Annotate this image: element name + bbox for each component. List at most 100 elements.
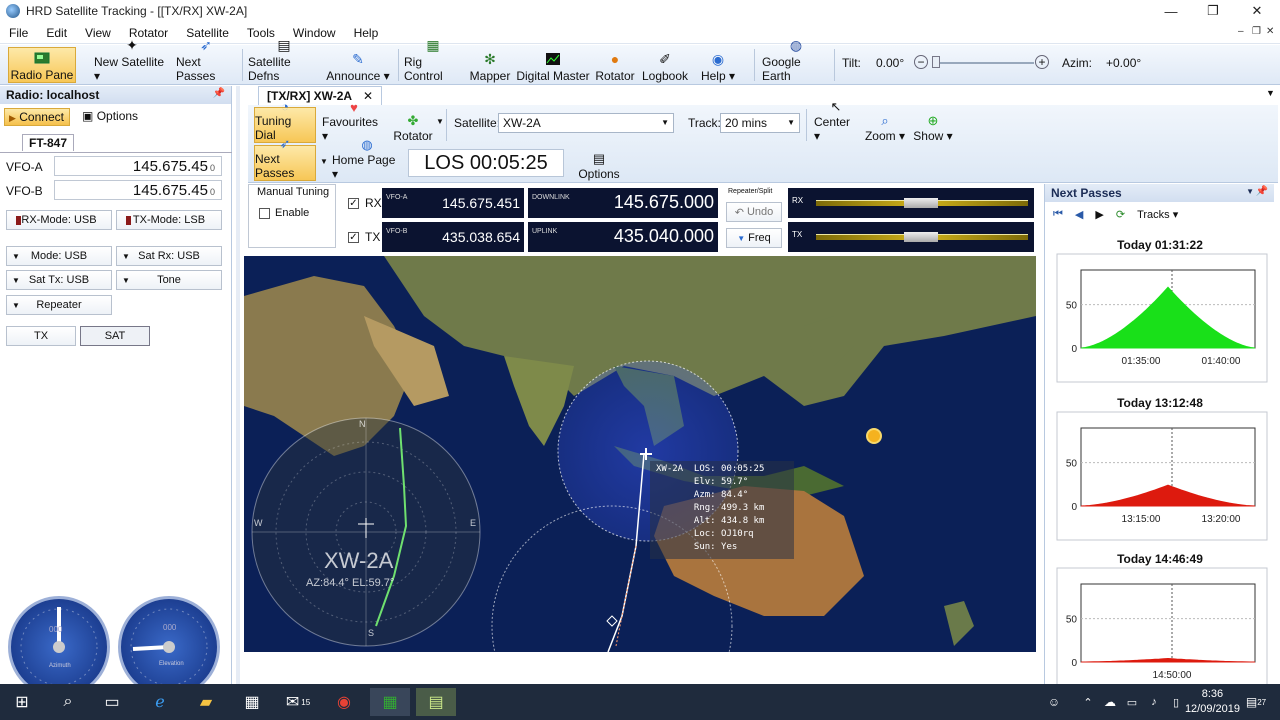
- hrd-rig-icon[interactable]: ▦: [370, 688, 410, 716]
- rig-control-label: Rig Control: [404, 55, 443, 83]
- doc-next-passes-button[interactable]: ➶ Next Passes: [254, 136, 316, 181]
- rig-control-button[interactable]: ▦ Rig Control: [404, 37, 462, 84]
- toolbar-divider: [242, 49, 243, 81]
- minimize-button[interactable]: —: [1148, 0, 1194, 22]
- rx-meter-thumb[interactable]: [904, 198, 938, 208]
- tilt-slider-thumb[interactable]: [932, 56, 940, 68]
- edge-icon[interactable]: ℯ: [140, 688, 180, 716]
- next-passes-button[interactable]: ➶ Next Passes: [176, 37, 236, 84]
- new-satellite-button[interactable]: ✦ New Satellite ▾: [94, 37, 170, 84]
- clock-time: 8:36: [1201, 688, 1224, 700]
- tilt-increase-icon[interactable]: +: [1035, 55, 1049, 69]
- menu-file[interactable]: File: [0, 26, 37, 40]
- mode-button[interactable]: ▼ Mode: USB: [6, 246, 112, 266]
- close-button[interactable]: ✕: [1234, 0, 1280, 22]
- sat-rx-button[interactable]: ▼ Sat Rx: USB: [116, 246, 222, 266]
- satellite-map[interactable]: N S W E XW-2A AZ:84.4° EL:59.7° XW-2A LO…: [244, 256, 1036, 652]
- radio-pane-button[interactable]: Radio Pane: [8, 47, 76, 83]
- clock-date: 12/09/2019: [1184, 703, 1240, 715]
- add-icon: ⊕: [927, 113, 939, 128]
- uplink-readout[interactable]: UPLINK 435.040.000: [528, 222, 718, 252]
- start-icon[interactable]: ⊞: [2, 688, 42, 716]
- doc-rotator-button[interactable]: ✤ Rotator: [390, 107, 436, 143]
- task-view-icon[interactable]: ▭: [92, 688, 132, 716]
- tx-checkbox[interactable]: ✓: [348, 232, 359, 243]
- center-button[interactable]: ↖ Center ▾: [814, 99, 858, 143]
- next-passes-dropdown-icon[interactable]: ▼: [320, 157, 328, 166]
- pass-y-tick: 0: [1071, 344, 1077, 355]
- close-tab-icon[interactable]: ✕: [363, 89, 373, 103]
- rotator-button[interactable]: ● Rotator: [594, 47, 636, 83]
- undo-button[interactable]: ↶ Undo: [726, 202, 782, 222]
- menu-edit[interactable]: Edit: [37, 26, 76, 40]
- notifications-icon[interactable]: ▤ 27: [1236, 688, 1276, 716]
- track-select[interactable]: 20 mins ▼: [720, 113, 800, 133]
- pass-y-tick: 0: [1071, 658, 1077, 669]
- mail-icon[interactable]: ✉ 15: [278, 688, 318, 716]
- logbook-button[interactable]: ✐ Logbook: [640, 47, 690, 84]
- mdi-minimize-icon[interactable]: –: [1238, 26, 1244, 37]
- pin-icon[interactable]: 📌: [213, 88, 225, 99]
- enable-checkbox[interactable]: [259, 208, 270, 219]
- search-icon[interactable]: ⌕: [48, 688, 88, 716]
- rx-checkbox[interactable]: ✓: [348, 198, 359, 209]
- folder-icon[interactable]: ▰: [186, 688, 226, 716]
- taskbar-clock[interactable]: 8:36 12/09/2019: [1185, 687, 1240, 717]
- satellite-defns-button[interactable]: ▤ Satellite Defns: [248, 37, 320, 84]
- zoom-button[interactable]: ⌕ Zoom ▾: [864, 107, 906, 143]
- pane-splitter[interactable]: [236, 86, 240, 684]
- rotator-dropdown-icon[interactable]: ▼: [436, 117, 444, 126]
- tilt-slider[interactable]: [934, 62, 1034, 64]
- satellite-select[interactable]: XW-2A ▼: [498, 113, 674, 133]
- next-passes-panel: Next Passes ▼ 📌 ⏮ ◀ ▶ ⟳ Tracks ▾ Today 0…: [1044, 184, 1274, 684]
- satellite-icon: ✦: [126, 36, 138, 53]
- sat-tx-button[interactable]: ▼ Sat Tx: USB: [6, 270, 112, 290]
- repeater-button[interactable]: ▼ Repeater: [6, 295, 112, 315]
- announce-button[interactable]: ✎ Announce ▾: [326, 47, 390, 84]
- favourites-button[interactable]: ♥ Favourites ▾: [322, 100, 386, 143]
- info-line: Elv: 59.7°: [656, 477, 749, 487]
- tx-mode-button[interactable]: TX-Mode: LSB: [116, 210, 222, 230]
- chevron-down-icon: ▼: [787, 118, 795, 127]
- chrome-icon[interactable]: ◉: [324, 688, 364, 716]
- tx-button[interactable]: TX: [6, 326, 76, 346]
- help-button[interactable]: ◉ Help ▾: [700, 47, 736, 84]
- tone-button[interactable]: ▼ Tone: [116, 270, 222, 290]
- mode-label: Mode: USB: [30, 250, 88, 262]
- vfo-b-readout[interactable]: VFO-B 435.038.654: [382, 222, 524, 252]
- google-earth-button[interactable]: ◍ Google Earth: [762, 37, 830, 84]
- show-button[interactable]: ⊕ Show ▾: [912, 107, 954, 143]
- menu-help[interactable]: Help: [345, 26, 388, 40]
- maximize-button[interactable]: ❐: [1190, 0, 1236, 22]
- rig-tab[interactable]: FT-847: [22, 134, 75, 151]
- freq-button[interactable]: ▼ Freq: [726, 228, 782, 248]
- menu-window[interactable]: Window: [284, 26, 345, 40]
- document-tab[interactable]: [TX/RX] XW-2A ✕: [258, 86, 383, 106]
- rx-mode-button[interactable]: RX-Mode: USB: [6, 210, 112, 230]
- pass-y-tick: 50: [1066, 301, 1078, 312]
- mdi-restore-icon[interactable]: ❐: [1252, 26, 1261, 37]
- taskbar: ⊞ ⌕ ▭ ℯ ▰ ▦ ✉ 15 ◉ ▦ ▤ ☺ ⌃ ☁ ▭ ♪ ▯ 8:36 1…: [0, 684, 1280, 720]
- vfo-a-display[interactable]: 145.675.45 0: [54, 156, 222, 176]
- satellite-info-box: XW-2A LOS: 00:05:25 Elv: 59.7° Azm: 84.4…: [650, 461, 794, 559]
- tab-list-icon[interactable]: ▼: [1266, 88, 1275, 98]
- tone-label: Tone: [157, 274, 181, 286]
- vfo-a-readout[interactable]: VFO-A 145.675.451: [382, 188, 524, 218]
- mapper-button[interactable]: ✻ Mapper: [468, 47, 512, 84]
- sat-button[interactable]: SAT: [80, 326, 150, 346]
- passes-icon: ➶: [279, 136, 291, 151]
- menu-view[interactable]: View: [76, 26, 120, 40]
- undo-label: Undo: [746, 206, 774, 218]
- digital-master-button[interactable]: Digital Master: [516, 47, 590, 83]
- mdi-close-icon[interactable]: ✕: [1266, 26, 1274, 37]
- store-icon[interactable]: ▦: [232, 688, 272, 716]
- home-page-button[interactable]: ◍ Home Page ▾: [332, 137, 402, 181]
- downlink-readout[interactable]: DOWNLINK 145.675.000: [528, 188, 718, 218]
- vfo-b-display[interactable]: 145.675.45 0: [54, 180, 222, 200]
- hrd-satellite-icon[interactable]: ▤: [416, 688, 456, 716]
- options-button[interactable]: ▣ Options: [78, 108, 142, 124]
- doc-options-button[interactable]: ▤ Options: [576, 145, 622, 181]
- tilt-decrease-icon[interactable]: −: [914, 55, 928, 69]
- tx-meter-thumb[interactable]: [904, 232, 938, 242]
- connect-button[interactable]: ▶ Connect: [4, 108, 70, 126]
